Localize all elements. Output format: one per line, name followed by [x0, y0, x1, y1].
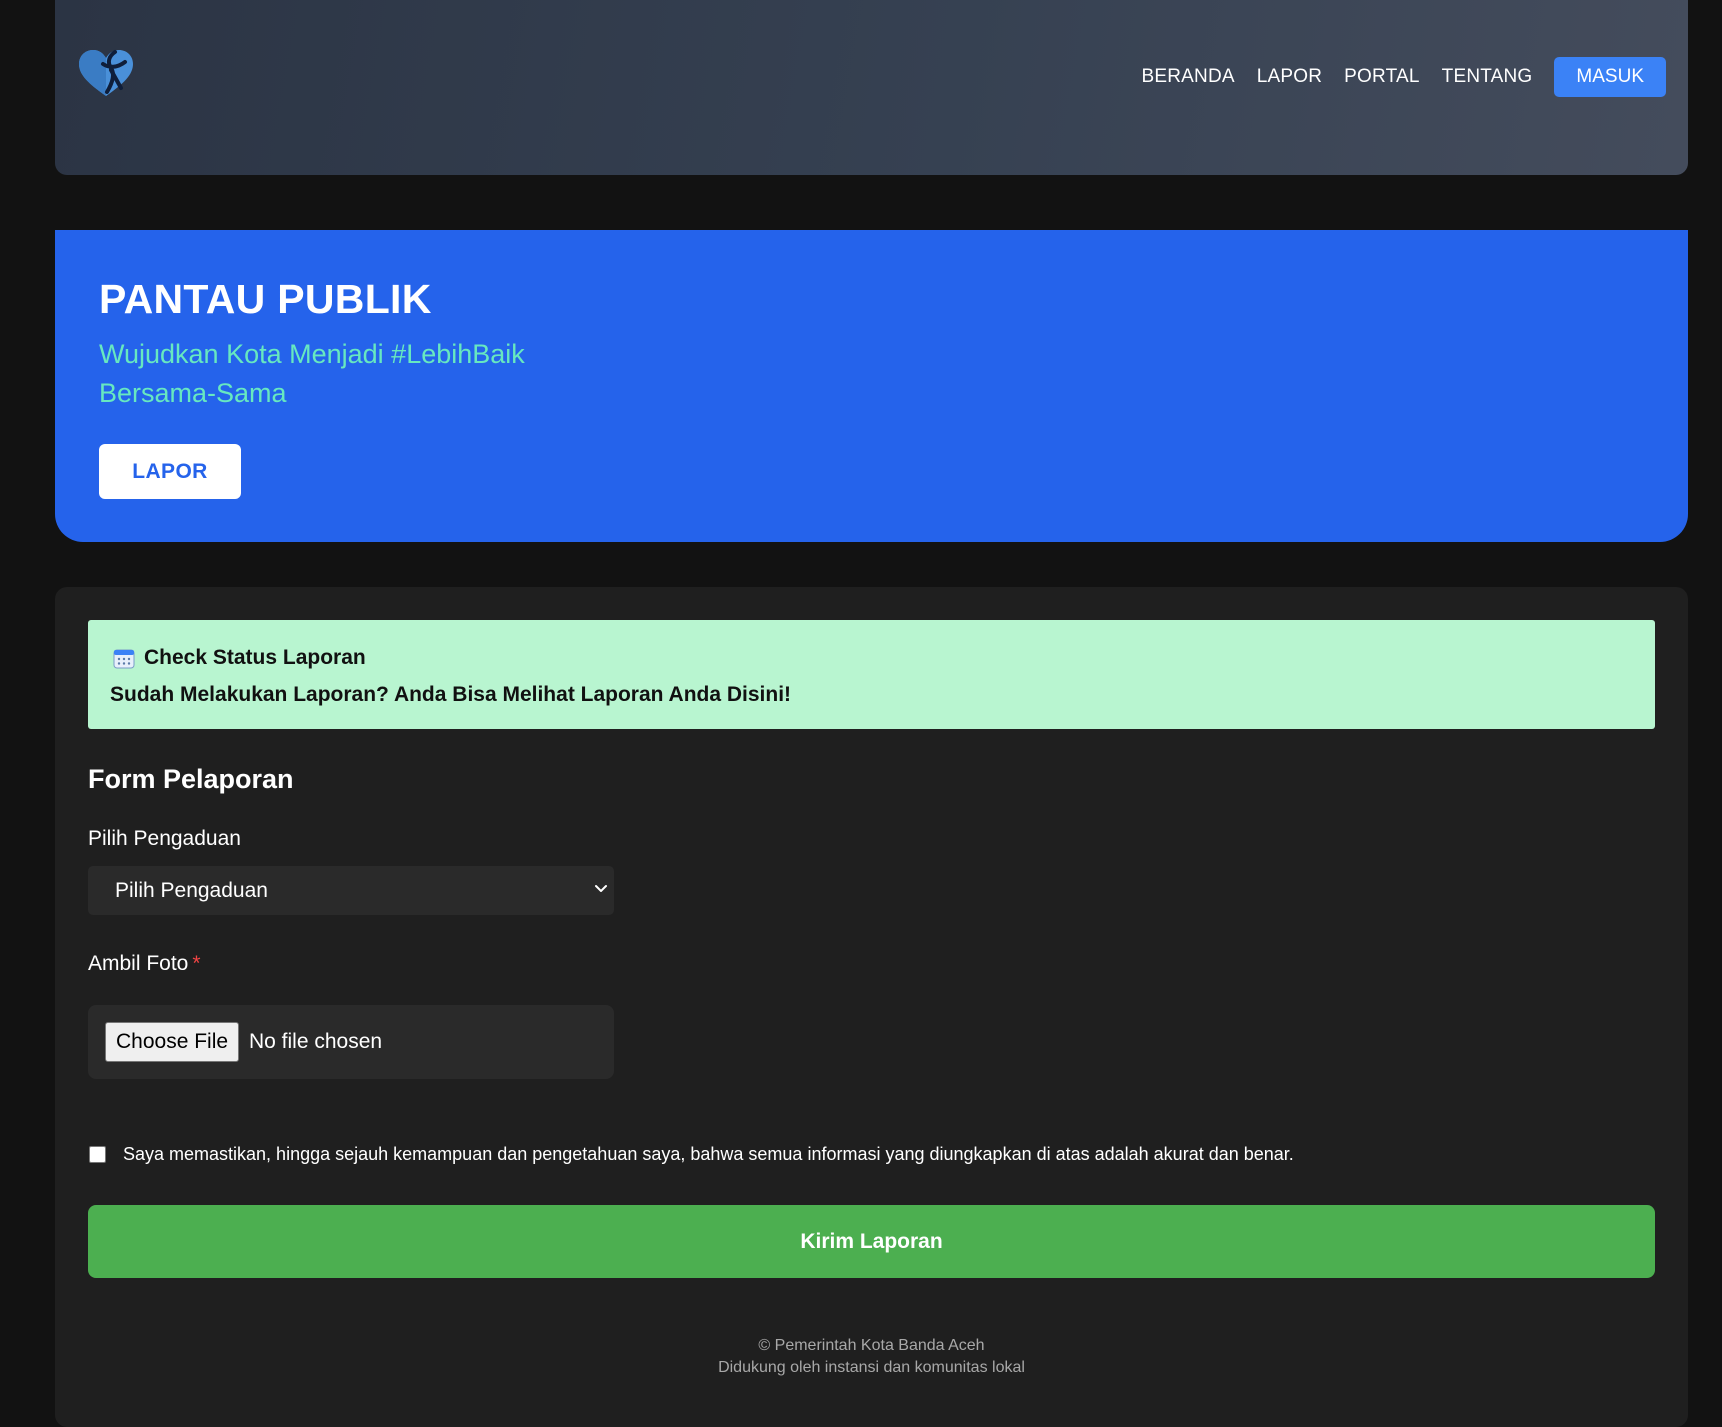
complaint-select-value: Pilih Pengaduan [115, 879, 268, 902]
report-card: Check Status Laporan Sudah Melakukan Lap… [55, 587, 1688, 1427]
nav-link-tentang[interactable]: TENTANG [1442, 66, 1533, 88]
calendar-icon [113, 649, 135, 669]
hero-report-button[interactable]: LAPOR [99, 444, 241, 499]
chevron-down-icon [595, 885, 607, 892]
heart-ribbon-icon[interactable] [77, 48, 135, 100]
complaint-select[interactable]: Pilih Pengaduan [88, 866, 614, 915]
alert-text[interactable]: Sudah Melakukan Laporan? Anda Bisa Melih… [110, 683, 791, 707]
hero-subtitle: Wujudkan Kota Menjadi #LebihBaik Bersama… [99, 335, 525, 413]
nav-link-portal[interactable]: PORTAL [1344, 66, 1419, 88]
hero-banner: PANTAU PUBLIK Wujudkan Kota Menjadi #Leb… [55, 230, 1688, 542]
photo-label-text: Ambil Foto [88, 952, 189, 975]
choose-file-button[interactable]: Choose File [105, 1022, 240, 1062]
hero-subtitle-line1: Wujudkan Kota Menjadi #LebihBaik [99, 339, 525, 369]
alert-title: Check Status Laporan [144, 646, 366, 669]
photo-label: Ambil Foto * [88, 952, 201, 976]
hero-title: PANTAU PUBLIK [99, 276, 432, 322]
main-nav: BERANDA LAPOR PORTAL TENTANG MASUK [1141, 57, 1666, 97]
footer: © Pemerintah Kota Banda Aceh Didukung ol… [55, 1335, 1688, 1379]
footer-support: Didukung oleh instansi dan komunitas lok… [718, 1359, 1025, 1376]
agreement-checkbox[interactable] [89, 1146, 106, 1163]
status-check-alert[interactable]: Check Status Laporan Sudah Melakukan Lap… [88, 620, 1655, 729]
submit-report-button[interactable]: Kirim Laporan [88, 1205, 1655, 1278]
required-mark: * [192, 952, 201, 975]
complaint-label: Pilih Pengaduan [88, 827, 241, 850]
agreement-label[interactable]: Saya memastikan, hingga sejauh kemampuan… [123, 1144, 1294, 1165]
alert-title-row: Check Status Laporan [113, 646, 366, 670]
footer-copyright: © Pemerintah Kota Banda Aceh [758, 1337, 985, 1354]
file-status-text: No file chosen [249, 1030, 383, 1053]
hero-subtitle-line2: Bersama-Sama [99, 378, 287, 408]
top-navbar: BERANDA LAPOR PORTAL TENTANG MASUK [55, 0, 1688, 175]
nav-link-lapor[interactable]: LAPOR [1257, 66, 1322, 88]
login-button[interactable]: MASUK [1554, 57, 1666, 97]
photo-file-input: Choose File No file chosen [88, 1005, 614, 1079]
nav-link-beranda[interactable]: BERANDA [1141, 66, 1234, 88]
form-title: Form Pelaporan [88, 764, 294, 794]
